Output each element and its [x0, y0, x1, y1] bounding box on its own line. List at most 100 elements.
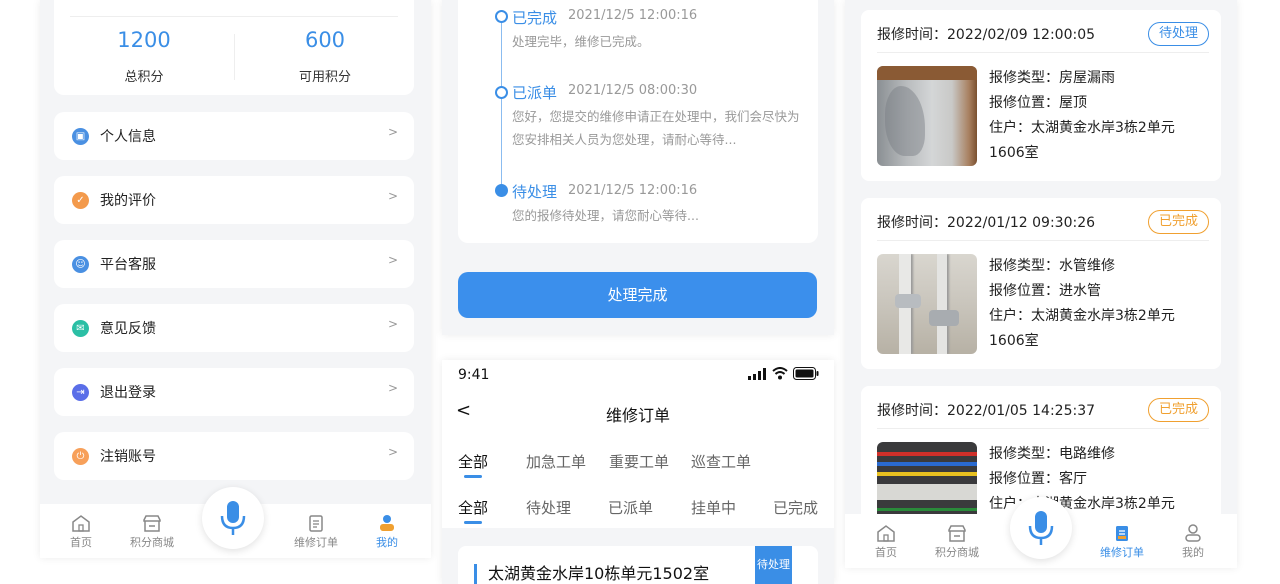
- tab-mine-label: 我的: [1182, 546, 1204, 559]
- clipboard-icon: [309, 515, 323, 532]
- tab-home-label: 首页: [875, 546, 897, 559]
- order-time-value: 2022/01/12 09:30:26: [947, 215, 1096, 231]
- orders-screen: 9:41 < 维修订单 全部 加急工单 重要工单 巡查工单 全部 待处理 已派单…: [442, 360, 834, 584]
- timeline-dot-filled: [495, 184, 508, 197]
- total-points-label: 总积分: [124, 70, 164, 85]
- timeline-desc: 您的报修待处理，请您耐心等待...: [512, 208, 699, 223]
- bottom-tabbar: 首页 积分商城 维修订单 我的: [845, 497, 1237, 568]
- repair-type: 报修类型：房屋漏雨: [989, 70, 1115, 86]
- timeline-status: 待处理: [512, 183, 558, 201]
- voice-button[interactable]: [1010, 497, 1072, 559]
- status-tab-all[interactable]: 全部: [458, 497, 488, 518]
- battery-icon: [793, 367, 819, 380]
- order-time: 报修时间：2022/02/09 12:00:05: [877, 24, 1095, 44]
- tab-points-mall[interactable]: 积分商城: [927, 514, 987, 560]
- order-photo-roof-leak[interactable]: [877, 66, 977, 166]
- timeline-status: 已完成: [512, 9, 558, 27]
- timeline-card: 已完成 2021/12/5 12:00:16 处理完毕，维修已完成。 已派单 2…: [458, 0, 818, 243]
- tab-mall-label: 积分商城: [935, 546, 979, 559]
- menu-item-customer-service[interactable]: ☺ 平台客服 >: [54, 240, 414, 288]
- order-time: 报修时间：2022/01/12 09:30:26: [877, 212, 1095, 232]
- status-tab-completed[interactable]: 已完成: [773, 497, 818, 518]
- menu-item-label: 退出登录: [100, 385, 156, 401]
- user-icon: [380, 515, 394, 531]
- tab-underline: [464, 475, 482, 478]
- status-time: 9:41: [458, 367, 490, 383]
- available-points-label: 可用积分: [298, 70, 351, 85]
- voice-button[interactable]: [202, 487, 264, 549]
- tab-repair-orders[interactable]: 维修订单: [1092, 514, 1152, 560]
- divider: [70, 16, 398, 17]
- repair-type: 报修类型：电路维修: [989, 446, 1115, 462]
- divider: [234, 34, 235, 80]
- complete-button[interactable]: 处理完成: [458, 272, 817, 318]
- chevron-right-icon: >: [387, 253, 398, 267]
- menu-item-cancel-account[interactable]: ⏻ 注销账号 >: [54, 432, 414, 480]
- tab-mine[interactable]: 我的: [1163, 514, 1223, 560]
- chevron-right-icon: >: [387, 381, 398, 395]
- timeline-time: 2021/12/5 12:00:16: [568, 183, 698, 198]
- chevron-right-icon: >: [387, 189, 398, 203]
- timeline-dot-hollow: [495, 10, 508, 23]
- menu-item-label: 意见反馈: [100, 321, 156, 337]
- order-time-label: 报修时间：: [877, 27, 947, 43]
- status-tab-pending[interactable]: 待处理: [526, 497, 571, 518]
- home-icon: [877, 525, 895, 542]
- menu-item-my-reviews[interactable]: ✓ 我的评价 >: [54, 176, 414, 224]
- timeline-line: [501, 16, 502, 190]
- order-time-label: 报修时间：: [877, 215, 947, 231]
- microphone-icon: [1028, 511, 1054, 545]
- orders-header: 9:41 < 维修订单 全部 加急工单 重要工单 巡查工单 全部 待处理 已派单…: [442, 360, 834, 528]
- signal-icon: [748, 368, 766, 380]
- tab-home[interactable]: 首页: [51, 504, 111, 550]
- menu-item-personal-info[interactable]: ▣ 个人信息 >: [54, 112, 414, 160]
- order-time: 报修时间：2022/01/05 14:25:37: [877, 400, 1095, 420]
- type-tab-urgent[interactable]: 加急工单: [526, 451, 586, 472]
- resident: 住户：太湖黄金水岸3栋2单元1606室: [989, 308, 1175, 349]
- tab-mine-label: 我的: [376, 536, 398, 549]
- type-tab-inspection[interactable]: 巡查工单: [691, 451, 751, 472]
- accent-bar: [474, 564, 477, 584]
- timeline-desc: 您好，您提交的维修申请正在处理中，我们会尽快为您安排相关人员为您处理，请耐心等待…: [512, 109, 800, 147]
- bottom-tabbar: 首页 积分商城 维修订单 我的: [40, 487, 431, 558]
- status-tab-on-hold[interactable]: 挂单中: [691, 497, 736, 518]
- repair-location: 报修位置：客厅: [989, 471, 1087, 487]
- status-badge: 已完成: [1147, 398, 1209, 422]
- menu-item-logout[interactable]: ⇥ 退出登录 >: [54, 368, 414, 416]
- chevron-right-icon: >: [387, 445, 398, 459]
- tab-orders-label: 维修订单: [1100, 546, 1144, 559]
- tab-home[interactable]: 首页: [856, 514, 916, 560]
- divider: [877, 428, 1209, 429]
- divider: [877, 240, 1209, 241]
- tab-repair-orders[interactable]: 维修订单: [286, 504, 346, 550]
- status-tab-dispatched[interactable]: 已派单: [608, 497, 653, 518]
- timeline-desc: 处理完毕，维修已完成。: [512, 34, 650, 49]
- user-icon: [1185, 524, 1201, 542]
- chevron-right-icon: >: [387, 125, 398, 139]
- repair-location: 报修位置：屋顶: [989, 95, 1087, 111]
- type-tab-important[interactable]: 重要工单: [609, 451, 669, 472]
- order-card[interactable]: 报修时间：2022/01/12 09:30:26 已完成 报修类型：水管维修 报…: [861, 198, 1221, 369]
- tab-points-mall[interactable]: 积分商城: [122, 504, 182, 550]
- timeline-time: 2021/12/5 08:00:30: [568, 83, 698, 98]
- menu-item-feedback[interactable]: ✉ 意见反馈 >: [54, 304, 414, 352]
- id-card-icon: ▣: [72, 128, 89, 145]
- order-photo-water-pipe[interactable]: [877, 254, 977, 354]
- tab-mall-label: 积分商城: [130, 536, 174, 549]
- status-badge: 待处理: [755, 546, 792, 584]
- total-points-value: 1200: [117, 28, 171, 52]
- home-icon: [72, 515, 90, 532]
- tab-orders-label: 维修订单: [294, 536, 338, 549]
- tab-mine[interactable]: 我的: [357, 504, 417, 550]
- page-title: 维修订单: [605, 406, 670, 425]
- order-card[interactable]: 太湖黄金水岸10栋单元1502室 待处理: [458, 546, 818, 584]
- resident: 住户：太湖黄金水岸3栋2单元1606室: [989, 120, 1175, 161]
- menu-item-label: 我的评价: [100, 193, 156, 209]
- order-card[interactable]: 报修时间：2022/02/09 12:00:05 待处理 报修类型：房屋漏雨 报…: [861, 10, 1221, 181]
- type-tab-all[interactable]: 全部: [458, 451, 488, 472]
- tab-home-label: 首页: [70, 536, 92, 549]
- order-info: 报修类型：房屋漏雨 报修位置：屋顶 住户：太湖黄金水岸3栋2单元1606室: [989, 66, 1209, 166]
- microphone-icon: [220, 501, 246, 535]
- timeline-status: 已派单: [512, 84, 558, 102]
- menu-item-label: 注销账号: [100, 449, 156, 465]
